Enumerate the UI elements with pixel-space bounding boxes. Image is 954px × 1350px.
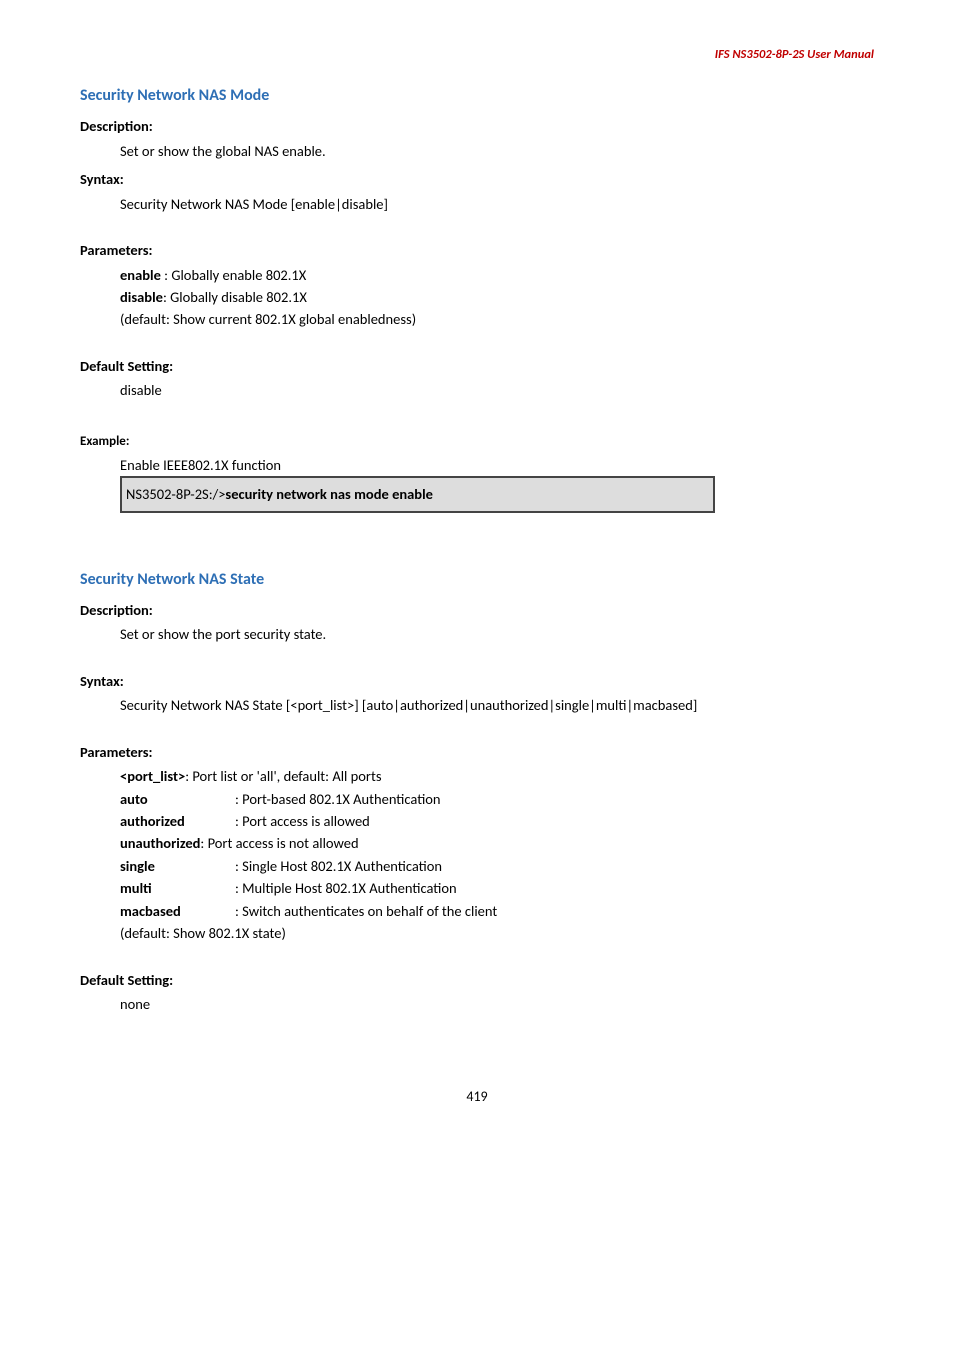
param-multi-text: : Multiple Host 802.1X Authentication <box>235 877 457 899</box>
param-single-key: single <box>120 855 235 877</box>
example-label: Example: <box>80 432 874 452</box>
param-portlist: <port_list>: Port list or 'all', default… <box>120 765 874 787</box>
param-enable-text: : Globally enable 802.1X <box>161 266 306 284</box>
param-enable-key: enable <box>120 266 161 284</box>
param-authorized-key: authorized <box>120 810 235 832</box>
parameters-label: Parameters: <box>80 239 874 261</box>
section-title-nas-state: Security Network NAS State <box>80 568 874 593</box>
param-unauthorized-text: : Port access is not allowed <box>200 834 358 852</box>
param-portlist-text: : Port list or 'all', default: All ports <box>185 767 381 785</box>
param-auto-text: : Port-based 802.1X Authentication <box>235 788 441 810</box>
param-macbased-key: macbased <box>120 900 235 922</box>
default-setting-value: disable <box>120 379 874 401</box>
param-portlist-key: <port_list> <box>120 767 185 785</box>
code-box: NS3502-8P-2S:/>security network nas mode… <box>120 476 715 512</box>
syntax-label: Syntax: <box>80 168 874 190</box>
description-text: Set or show the port security state. <box>120 623 874 645</box>
description-label: Description: <box>80 599 874 621</box>
param-default-note: (default: Show current 802.1X global ena… <box>120 308 874 330</box>
manual-header: IFS NS3502-8P-2S User Manual <box>80 45 874 64</box>
param-unauthorized: unauthorized: Port access is not allowed <box>120 832 874 854</box>
param-multi: multi : Multiple Host 802.1X Authenticat… <box>120 877 874 899</box>
default-setting-label: Default Setting: <box>80 969 874 991</box>
param-multi-key: multi <box>120 877 235 899</box>
parameters-label: Parameters: <box>80 741 874 763</box>
param-disable-key: disable <box>120 288 163 306</box>
example-text: Enable IEEE802.1X function <box>120 454 874 476</box>
param-macbased-text: : Switch authenticates on behalf of the … <box>235 900 497 922</box>
param-auto-key: auto <box>120 788 235 810</box>
default-setting-value: none <box>120 993 874 1015</box>
code-prompt: NS3502-8P-2S:/> <box>126 485 225 503</box>
param-authorized-text: : Port access is allowed <box>235 810 370 832</box>
syntax-text: Security Network NAS Mode [enable|disabl… <box>120 193 874 215</box>
param-single-text: : Single Host 802.1X Authentication <box>235 855 442 877</box>
default-setting-label: Default Setting: <box>80 355 874 377</box>
param-macbased: macbased : Switch authenticates on behal… <box>120 900 874 922</box>
param-disable: disable: Globally disable 802.1X <box>120 286 874 308</box>
description-label: Description: <box>80 115 874 137</box>
param-auto: auto : Port-based 802.1X Authentication <box>120 788 874 810</box>
param-single: single : Single Host 802.1X Authenticati… <box>120 855 874 877</box>
param-unauthorized-key: unauthorized <box>120 834 200 852</box>
section-title-nas-mode: Security Network NAS Mode <box>80 84 874 109</box>
code-command: security network nas mode enable <box>225 485 433 503</box>
param-authorized: authorized : Port access is allowed <box>120 810 874 832</box>
syntax-text: Security Network NAS State [<port_list>]… <box>120 694 874 716</box>
param-default-note: (default: Show 802.1X state) <box>120 922 874 944</box>
param-disable-text: : Globally disable 802.1X <box>163 288 307 306</box>
description-text: Set or show the global NAS enable. <box>120 140 874 162</box>
param-enable: enable : Globally enable 802.1X <box>120 264 874 286</box>
syntax-label: Syntax: <box>80 670 874 692</box>
page-number: 419 <box>80 1086 874 1108</box>
